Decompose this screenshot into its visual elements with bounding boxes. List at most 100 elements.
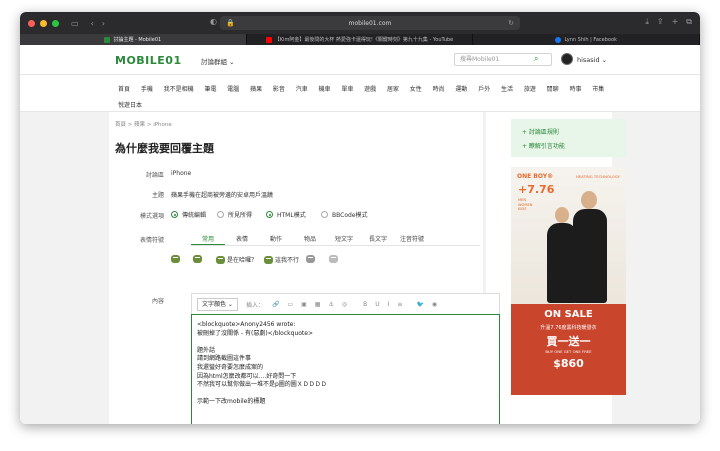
emoji-item-3[interactable]: 是在哈囉？ (216, 255, 257, 264)
emoji-item-2[interactable] (193, 255, 204, 263)
avatar[interactable] (561, 53, 573, 65)
breadcrumb[interactable]: 首頁 > 蘋果 > iPhone (115, 120, 172, 128)
minimize-window-button[interactable] (40, 19, 47, 27)
category-nav: 首頁 手機 我不是相機 筆電 電腦 蘋果 影音 汽車 機車 單車 遊戲 居家 女性 時尚 運動 戶外 生活 旅遊 閒… (20, 75, 700, 112)
title-bar: ▭ ‹ › ◐ 🔒 mobile01.com ↻ ⤓ ⇪ + ⧉ (20, 12, 700, 34)
zoom-window-button[interactable] (52, 19, 59, 27)
category-link[interactable]: 機車 (319, 84, 331, 93)
content-line: 示範一下改mobile的標題 (197, 398, 266, 406)
quote-help-link[interactable]: + 瞭解引言功能 (522, 141, 565, 150)
category-row-1: 首頁 手機 我不是相機 筆電 電腦 蘋果 影音 汽車 機車 單車 遊戲 居家 女性 時尚 運動 戶外 生活 旅遊 閒… (118, 84, 604, 93)
emoji-item-6[interactable] (329, 255, 340, 263)
underline-icon[interactable]: U (375, 301, 379, 308)
category-link[interactable]: 我不是相機 (164, 84, 194, 93)
privacy-shield-icon[interactable]: ◐ (210, 17, 217, 26)
category-link[interactable]: 時尚 (433, 84, 445, 93)
category-link[interactable]: 首頁 (118, 84, 130, 93)
content-label: 內容 (151, 298, 164, 305)
category-link[interactable]: 市集 (592, 84, 604, 93)
close-window-button[interactable] (28, 19, 35, 27)
emoji-icon[interactable]: ◎ (342, 301, 347, 308)
bold-icon[interactable]: B (363, 301, 367, 308)
mode-radio-wysiwyg[interactable]: 所見所得 (217, 210, 252, 219)
emoji-tab[interactable]: 注音符號 (395, 234, 429, 245)
emoji-tab[interactable]: 常用 (191, 234, 225, 245)
reload-icon[interactable]: ↻ (508, 19, 514, 27)
twitter-icon[interactable]: 🐦 (416, 301, 423, 308)
forum-group-menu[interactable]: 討論群組 ⌄ (201, 56, 235, 66)
text-color-button[interactable]: 文字顏色 ⌄ (197, 297, 238, 311)
ad-model-woman-head (555, 207, 569, 223)
anchor-icon[interactable]: ⚓ (328, 301, 333, 308)
image-icon[interactable]: ▭ (287, 301, 293, 308)
category-link[interactable]: 筆電 (204, 84, 216, 93)
emoji-tab[interactable]: 長文字 (361, 234, 395, 245)
emoji-tab[interactable]: 動作 (259, 234, 293, 245)
ad-price: +7.76 (518, 183, 555, 196)
category-link[interactable]: 女性 (410, 84, 422, 93)
address-bar[interactable]: 🔒 mobile01.com ↻ (220, 16, 520, 30)
emoji-item-5[interactable] (306, 255, 317, 263)
emoji-tab[interactable]: 短文字 (327, 234, 361, 245)
tab-overview-icon[interactable]: ⧉ (686, 17, 692, 27)
share-icon[interactable]: ⇪ (657, 17, 664, 27)
download-icon[interactable]: ⤓ (645, 17, 649, 27)
emoji-text: 是在哈囉？ (227, 257, 258, 264)
category-link[interactable]: 生活 (501, 84, 513, 93)
category-link[interactable]: 居家 (387, 84, 399, 93)
content-textarea[interactable]: <blockquote>Anony2456 wrote: 被刪掉了沒關係 - 有… (191, 314, 500, 424)
category-link[interactable]: 閒聊 (547, 84, 559, 93)
instagram-icon[interactable]: ◉ (432, 301, 437, 308)
mobile01-logo[interactable]: MOBILE01 (115, 54, 182, 67)
emoji-face-icon (171, 255, 180, 263)
emoji-item-4[interactable]: 這我不行 (264, 255, 299, 264)
forward-icon[interactable]: › (102, 19, 105, 28)
italic-icon[interactable]: I (388, 301, 390, 308)
category-link[interactable]: 電腦 (227, 84, 239, 93)
editor-toolbar: 文字顏色 ⌄ 插入： 🔗 ▭ ▣ ▦ ⚓ ◎ B U I ≡ 🐦 ◉ (191, 293, 500, 314)
emoji-face-icon (329, 255, 338, 263)
tab-facebook[interactable]: Lynn Shih | Facebook (473, 34, 700, 45)
mode-radio-traditional[interactable]: 傳統編輯 (171, 210, 206, 219)
strikethrough-icon[interactable]: ≡ (397, 301, 402, 308)
emoji-tab[interactable]: 物品 (293, 234, 327, 245)
address-url: mobile01.com (348, 19, 392, 27)
tab-youtube[interactable]: 【Kim阿金】最後問的大杯 熱愛強卡還得玩!《關鍵時刻》第九十九集 - YouT… (247, 34, 474, 45)
mode-radio-html[interactable]: HTML模式 (266, 210, 306, 219)
emoji-label: 表情符號 (139, 237, 164, 244)
search-icon[interactable]: ⌕ (534, 54, 538, 64)
new-tab-icon[interactable]: + (672, 17, 679, 27)
category-link[interactable]: 運動 (455, 84, 467, 93)
category-link[interactable]: 戶外 (478, 84, 490, 93)
ad-subtitle: MEN WOMEN KIDS (518, 198, 533, 211)
radio-unchecked-icon (321, 211, 328, 218)
category-link[interactable]: 遊戲 (364, 84, 376, 93)
tab-mobile01[interactable]: 討論主題 - Mobile01 (20, 34, 247, 45)
sidebar-toggle-icon[interactable]: ▭ (71, 19, 79, 28)
category-link[interactable]: 蘋果 (250, 84, 262, 93)
user-menu[interactable]: hisasid ⌄ (577, 56, 607, 64)
category-link[interactable]: 手機 (141, 84, 153, 93)
category-link[interactable]: 影音 (273, 84, 285, 93)
table-icon[interactable]: ▦ (315, 301, 321, 308)
radio-checked-icon (171, 211, 178, 218)
forum-rules-link[interactable]: + 討論區規則 (522, 127, 559, 136)
category-link[interactable]: 時事 (569, 84, 581, 93)
category-link[interactable]: 單車 (341, 84, 353, 93)
tab-label: 【Kim阿金】最後問的大杯 熱愛強卡還得玩!《關鍵時刻》第九十九集 - YouT… (274, 37, 454, 43)
media-icon[interactable]: ▣ (301, 301, 307, 308)
mobile01-favicon-icon (104, 36, 111, 43)
ad-banner[interactable]: ONE BOY® HEATING TECHNOLOGY +7.76 MEN WO… (511, 167, 626, 395)
ad-amount: $860 (553, 357, 584, 370)
ad-sale-text: ON SALE (544, 309, 593, 320)
category-link[interactable]: 悅遊日本 (118, 100, 142, 109)
category-link[interactable]: 旅遊 (524, 84, 536, 93)
window-controls (28, 19, 59, 27)
emoji-tab[interactable]: 表情 (225, 234, 259, 245)
category-link[interactable]: 汽車 (296, 84, 308, 93)
mode-radio-bbcode[interactable]: BBCode模式 (321, 210, 368, 219)
content-line: 因為html怎麼改都可以....好奇問一下 (197, 372, 297, 380)
emoji-item-1[interactable] (171, 255, 182, 263)
back-icon[interactable]: ‹ (91, 19, 94, 28)
link-icon[interactable]: 🔗 (272, 301, 279, 308)
